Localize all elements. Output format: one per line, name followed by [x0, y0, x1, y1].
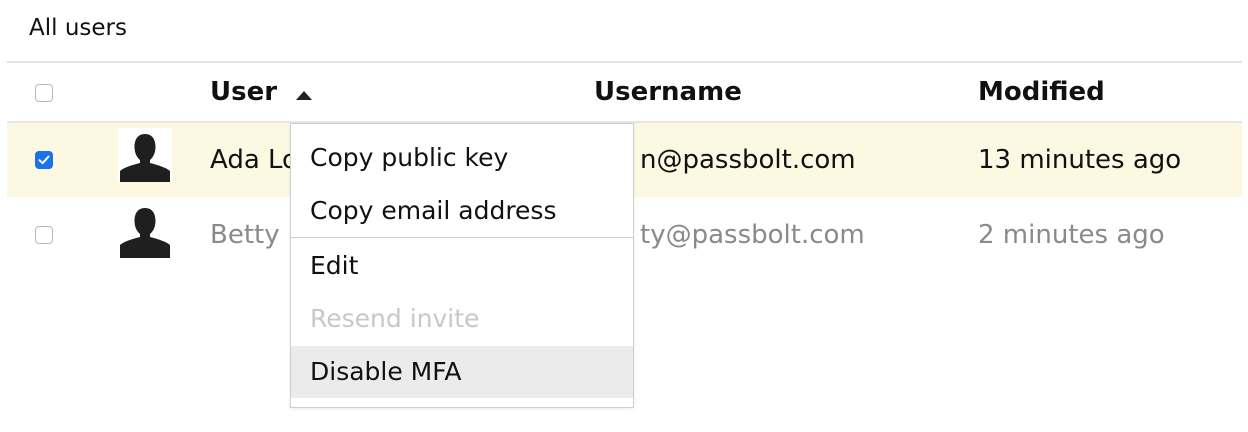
menu-item-copy-public-key[interactable]: Copy public key — [291, 132, 633, 184]
user-name: Ada Lo — [210, 145, 298, 175]
users-page: All users User Username Modified Ada Lo … — [0, 0, 1248, 432]
row-checkbox[interactable] — [35, 226, 53, 244]
user-modified: 2 minutes ago — [978, 220, 1165, 250]
column-header-username[interactable]: Username — [594, 75, 742, 109]
menu-item-edit[interactable]: Edit — [291, 240, 633, 292]
table-header: User Username Modified — [7, 63, 1242, 123]
menu-item-resend-invite: Resend invite — [310, 304, 480, 333]
menu-item-copy-email-address[interactable]: Copy email address — [291, 185, 633, 237]
user-username: ty@passbolt.com — [640, 220, 865, 250]
menu-item-disable-mfa[interactable]: Disable MFA — [291, 346, 633, 398]
user-username: n@passbolt.com — [640, 145, 856, 175]
breadcrumb[interactable]: All users — [29, 12, 127, 44]
user-modified: 13 minutes ago — [978, 145, 1182, 175]
user-avatar-icon — [118, 128, 172, 182]
context-menu: Copy public key Copy email address Edit … — [290, 123, 634, 408]
row-checkbox[interactable] — [35, 151, 53, 169]
select-all-checkbox[interactable] — [35, 84, 53, 102]
column-header-user[interactable]: User — [210, 75, 277, 109]
check-icon — [38, 155, 50, 165]
menu-separator — [291, 237, 633, 238]
user-avatar-icon — [118, 204, 172, 258]
column-header-modified[interactable]: Modified — [978, 75, 1105, 109]
sort-up-icon[interactable] — [296, 91, 312, 100]
